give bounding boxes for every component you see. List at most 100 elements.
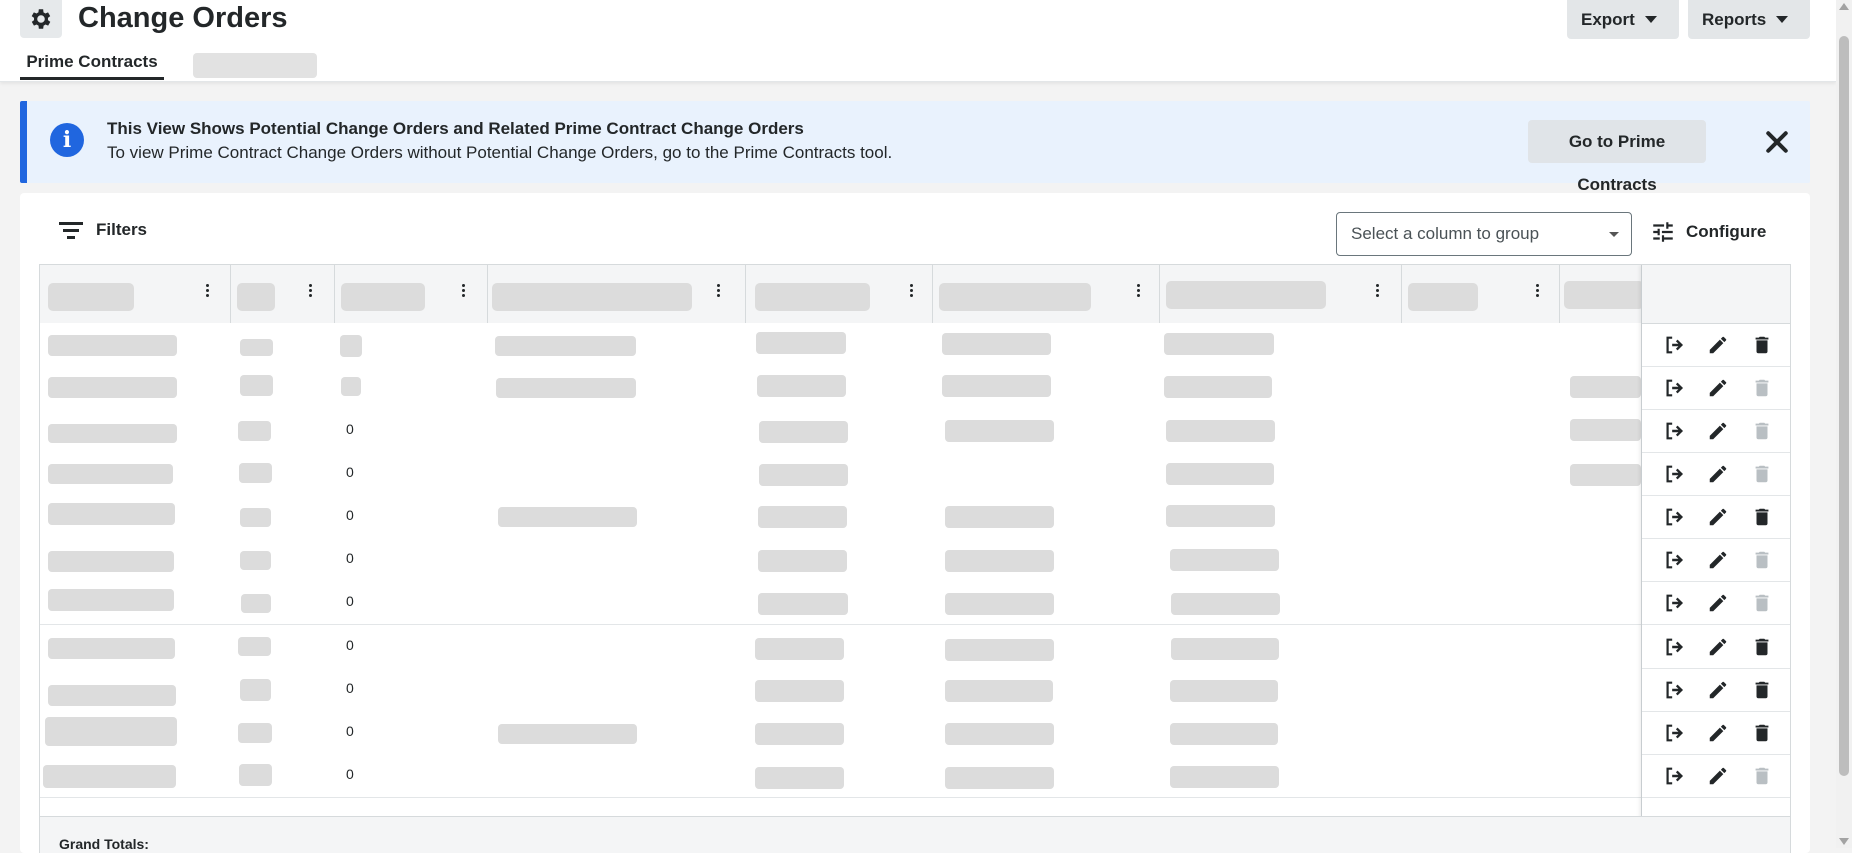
- column-menu-icon[interactable]: [1374, 282, 1380, 302]
- filters-button[interactable]: Filters: [58, 219, 147, 241]
- cell-placeholder: [945, 639, 1054, 661]
- header-label-placeholder: [939, 283, 1091, 311]
- tool-gear-button[interactable]: [20, 0, 62, 38]
- edit-icon[interactable]: [1707, 636, 1729, 658]
- edit-icon[interactable]: [1707, 334, 1729, 356]
- go-to-prime-contracts-button[interactable]: Go to Prime Contracts: [1528, 120, 1706, 194]
- table-row[interactable]: 0: [40, 625, 1790, 669]
- cell-placeholder: [755, 723, 844, 745]
- open-icon[interactable]: [1663, 334, 1685, 356]
- row-actions: [1642, 452, 1790, 496]
- delete-icon[interactable]: [1751, 636, 1773, 658]
- delete-icon[interactable]: [1751, 463, 1773, 485]
- column-header[interactable]: [40, 265, 231, 323]
- open-icon[interactable]: [1663, 592, 1685, 614]
- column-header[interactable]: [1560, 265, 1644, 323]
- group-by-placeholder: Select a column to group: [1351, 224, 1540, 243]
- table-row[interactable]: 0: [40, 495, 1790, 539]
- column-header[interactable]: [231, 265, 335, 323]
- cell-placeholder: [240, 339, 273, 356]
- cell-placeholder: [45, 717, 177, 746]
- export-button[interactable]: Export: [1567, 0, 1679, 39]
- banner-title: This View Shows Potential Change Orders …: [107, 119, 804, 138]
- delete-icon[interactable]: [1751, 377, 1773, 399]
- cell-placeholder: [498, 507, 637, 527]
- column-menu-icon[interactable]: [1135, 282, 1141, 302]
- table-row[interactable]: [40, 366, 1790, 410]
- delete-icon[interactable]: [1751, 549, 1773, 571]
- cell-placeholder: [238, 723, 272, 743]
- column-menu-icon[interactable]: [908, 282, 914, 302]
- table-row[interactable]: 0: [40, 581, 1790, 625]
- column-menu-icon[interactable]: [1534, 282, 1540, 302]
- open-icon[interactable]: [1663, 722, 1685, 744]
- open-icon[interactable]: [1663, 420, 1685, 442]
- tab-placeholder[interactable]: [193, 53, 317, 78]
- configure-button[interactable]: Configure: [1650, 219, 1766, 245]
- header-label-placeholder: [1166, 281, 1326, 309]
- column-header[interactable]: [933, 265, 1160, 323]
- edit-icon[interactable]: [1707, 679, 1729, 701]
- open-icon[interactable]: [1663, 679, 1685, 701]
- row-actions: [1642, 366, 1790, 410]
- page-scrollbar[interactable]: [1836, 0, 1852, 848]
- grid-header: [40, 265, 1790, 324]
- column-header[interactable]: [488, 265, 746, 323]
- open-icon[interactable]: [1663, 506, 1685, 528]
- cell-placeholder: [239, 764, 272, 786]
- scroll-up-arrow-icon[interactable]: [1839, 3, 1849, 10]
- edit-icon[interactable]: [1707, 377, 1729, 399]
- delete-icon[interactable]: [1751, 506, 1773, 528]
- column-header[interactable]: [1160, 265, 1402, 323]
- group-by-select[interactable]: Select a column to group: [1336, 212, 1632, 256]
- column-header[interactable]: [335, 265, 488, 323]
- table-row[interactable]: 0: [40, 538, 1790, 582]
- scroll-thumb[interactable]: [1839, 36, 1849, 776]
- cell-placeholder: [1166, 420, 1275, 442]
- open-icon[interactable]: [1663, 765, 1685, 787]
- delete-icon[interactable]: [1751, 420, 1773, 442]
- open-icon[interactable]: [1663, 636, 1685, 658]
- reports-button[interactable]: Reports: [1688, 0, 1810, 39]
- edit-icon[interactable]: [1707, 592, 1729, 614]
- delete-icon[interactable]: [1751, 722, 1773, 744]
- delete-icon[interactable]: [1751, 592, 1773, 614]
- cell-placeholder: [341, 377, 361, 396]
- edit-icon[interactable]: [1707, 420, 1729, 442]
- edit-icon[interactable]: [1707, 765, 1729, 787]
- delete-icon[interactable]: [1751, 334, 1773, 356]
- open-icon[interactable]: [1663, 549, 1685, 571]
- edit-icon[interactable]: [1707, 463, 1729, 485]
- scroll-down-arrow-icon[interactable]: [1839, 838, 1849, 845]
- column-header[interactable]: [746, 265, 933, 323]
- cell-placeholder: [1171, 593, 1280, 615]
- edit-icon[interactable]: [1707, 506, 1729, 528]
- column-menu-icon[interactable]: [460, 282, 466, 302]
- edit-icon[interactable]: [1707, 722, 1729, 744]
- edit-icon[interactable]: [1707, 549, 1729, 571]
- column-menu-icon[interactable]: [715, 282, 721, 302]
- column-menu-icon[interactable]: [204, 282, 210, 302]
- table-row[interactable]: 0: [40, 711, 1790, 755]
- cell-placeholder: [757, 375, 846, 397]
- tab-prime-contracts[interactable]: Prime Contracts: [20, 50, 164, 80]
- table-row[interactable]: [40, 323, 1790, 367]
- cell-placeholder: [48, 377, 177, 398]
- configure-label: Configure: [1686, 222, 1767, 241]
- table-row[interactable]: 0: [40, 668, 1790, 712]
- table-row[interactable]: 0: [40, 754, 1790, 798]
- open-icon[interactable]: [1663, 463, 1685, 485]
- close-icon[interactable]: [1762, 127, 1792, 157]
- cell-placeholder: [1170, 723, 1278, 745]
- open-icon[interactable]: [1663, 377, 1685, 399]
- cell-placeholder: [945, 593, 1054, 615]
- cell-value: 0: [346, 766, 354, 782]
- delete-icon[interactable]: [1751, 679, 1773, 701]
- column-menu-icon[interactable]: [307, 282, 313, 302]
- row-actions: [1642, 754, 1790, 798]
- header-label-placeholder: [1564, 281, 1644, 309]
- table-row[interactable]: 0: [40, 452, 1790, 496]
- table-row[interactable]: 0: [40, 409, 1790, 453]
- column-header[interactable]: [1402, 265, 1560, 323]
- delete-icon[interactable]: [1751, 765, 1773, 787]
